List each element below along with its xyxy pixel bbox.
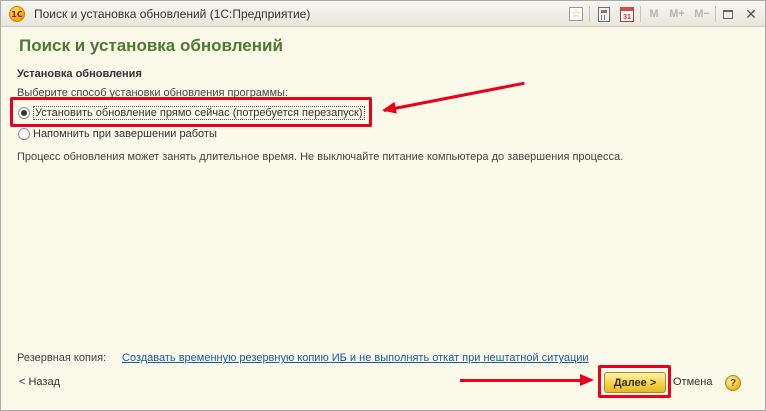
- backup-settings-link[interactable]: Создавать временную резервную копию ИБ и…: [122, 352, 589, 364]
- annotation-highlight-option: [10, 97, 372, 127]
- calendar-icon[interactable]: 31: [618, 5, 636, 23]
- page-title: Поиск и установка обновлений: [19, 36, 283, 55]
- cancel-button[interactable]: Отмена: [673, 376, 712, 388]
- favorite-star-icon[interactable]: ☆: [567, 5, 585, 23]
- dialog-window: 1С Поиск и установка обновлений (1С:Пред…: [0, 0, 766, 411]
- radio-button-unchecked[interactable]: [18, 128, 30, 140]
- memory-minus-button[interactable]: M−: [691, 5, 713, 23]
- app-logo-icon: 1С: [9, 6, 25, 22]
- toolbar-separator: [640, 6, 641, 22]
- radio-remind-later[interactable]: Напомнить при завершении работы: [18, 126, 217, 142]
- calculator-icon[interactable]: [595, 5, 613, 23]
- toolbar-separator: [715, 6, 716, 22]
- help-icon[interactable]: ?: [725, 375, 741, 391]
- memory-m-button[interactable]: M: [646, 5, 662, 23]
- section-title: Установка обновления: [17, 68, 142, 80]
- close-icon[interactable]: ✕: [743, 5, 759, 23]
- toolbar-separator: [589, 6, 590, 22]
- window-title: Поиск и установка обновлений (1С:Предпри…: [34, 7, 311, 21]
- memory-plus-button[interactable]: M+: [666, 5, 688, 23]
- radio-remind-later-label: Напомнить при завершении работы: [33, 128, 217, 140]
- annotation-arrow-right: [460, 374, 594, 386]
- annotation-arrow-left: [383, 81, 525, 112]
- restore-window-icon[interactable]: [720, 5, 736, 23]
- back-button[interactable]: < Назад: [19, 376, 60, 388]
- next-button[interactable]: Далее >: [604, 372, 666, 393]
- title-bar: 1С Поиск и установка обновлений (1С:Пред…: [1, 1, 765, 27]
- backup-label: Резервная копия:: [17, 352, 107, 364]
- update-warning-note: Процесс обновления может занять длительн…: [17, 151, 624, 163]
